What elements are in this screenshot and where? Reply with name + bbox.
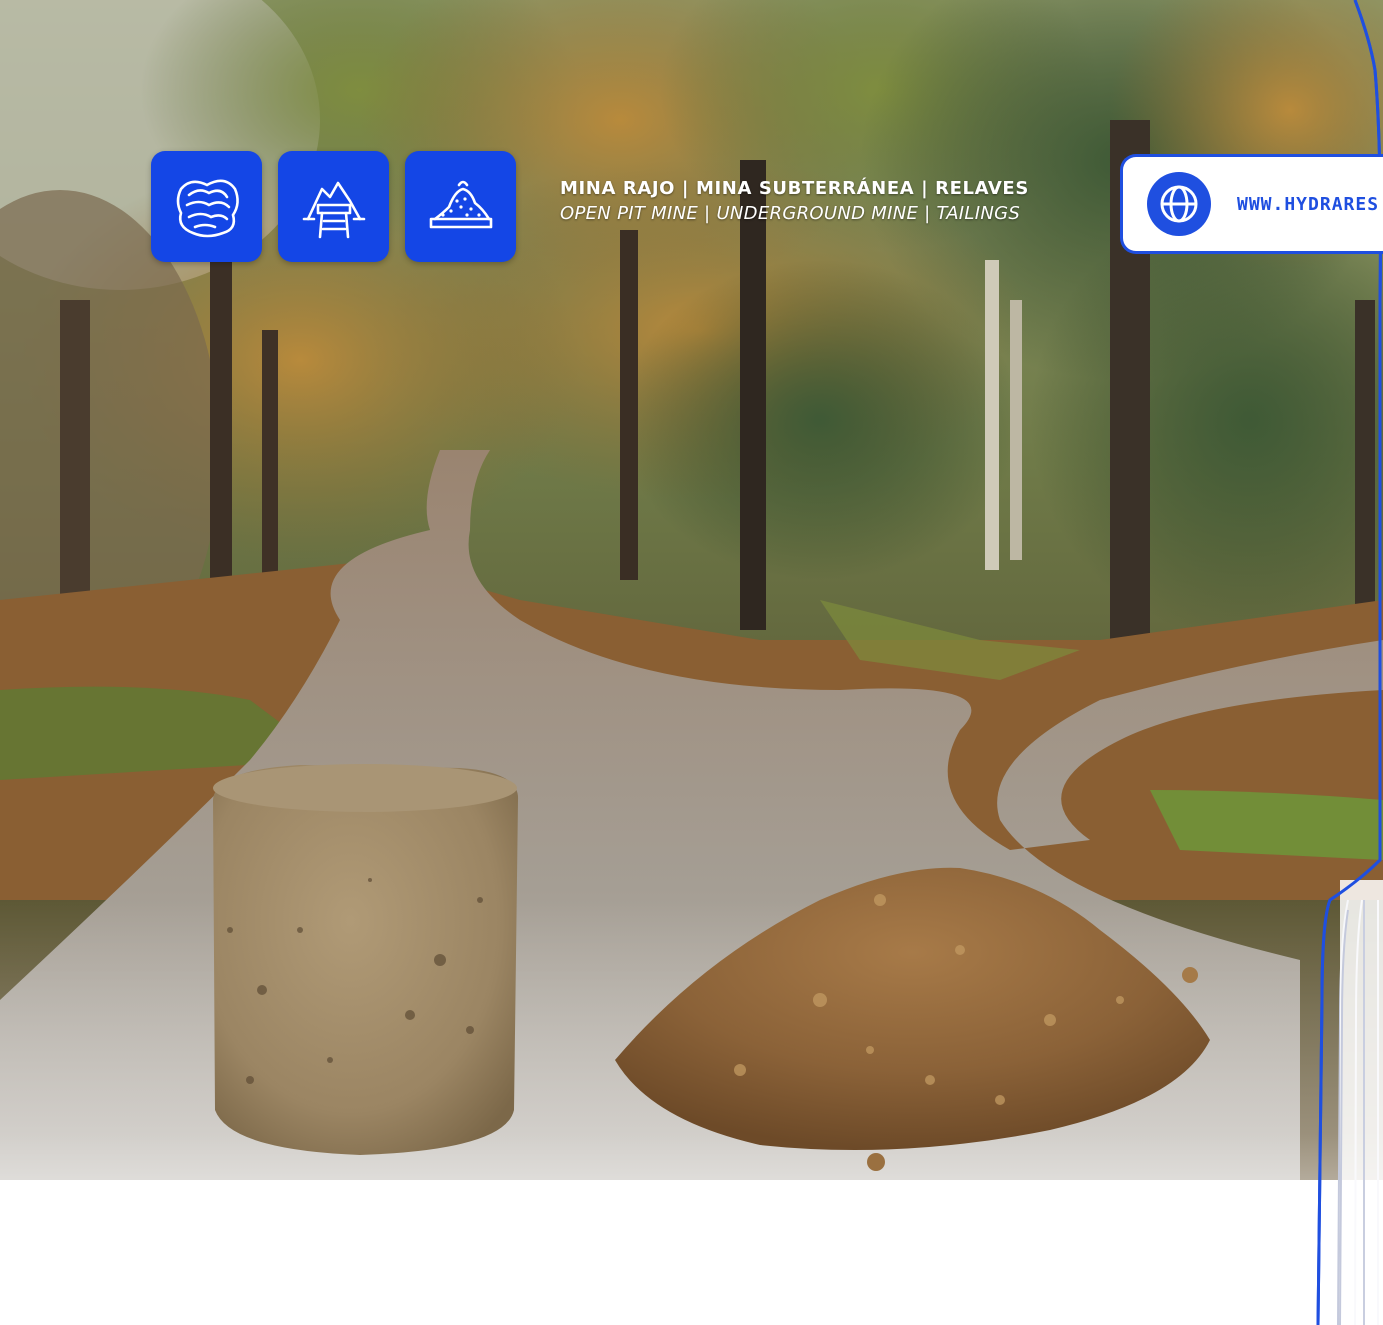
open-pit-mine-icon [176,179,239,237]
mine-types-spanish: MINA RAJO | MINA SUBTERRÁNEA | RELAVES [560,178,1029,199]
mine-types-english: OPEN PIT MINE | UNDERGROUND MINE | TAILI… [560,203,1021,224]
website-url[interactable]: WWW.HYDRARES [1237,194,1379,215]
website-link[interactable]: WWW.HYDRARES [1120,154,1383,254]
mine-type-icons [151,151,516,262]
underground-mine-icon [302,181,365,238]
soil-cylinder-sample [213,764,519,1155]
tailings-tile [405,151,516,262]
mine-types-headline: MINA RAJO | MINA SUBTERRÁNEA | RELAVES O… [560,178,1080,224]
open-pit-mine-tile [151,151,262,262]
globe-icon [1147,172,1211,236]
underground-mine-tile [278,151,389,262]
tailings-icon [429,180,492,228]
product-banner: MINA RAJO | MINA SUBTERRÁNEA | RELAVES O… [0,0,1383,1325]
